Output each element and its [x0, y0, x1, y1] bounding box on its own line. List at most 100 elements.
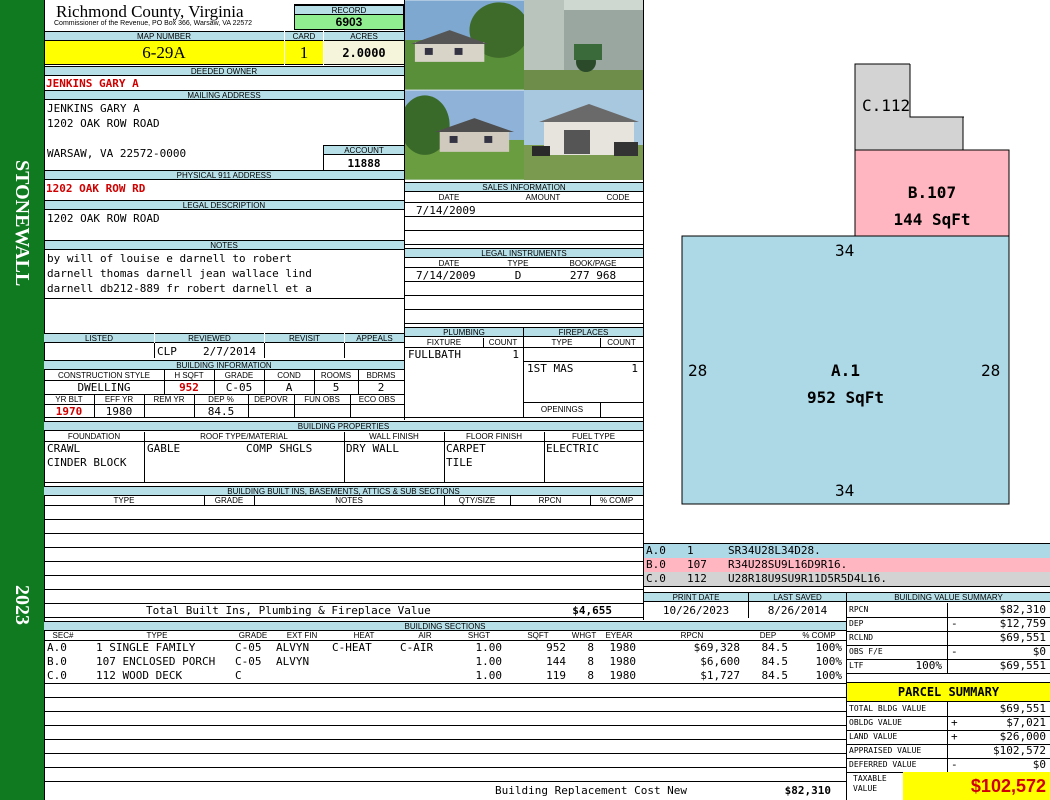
acres-label: ACRES — [324, 31, 404, 41]
section-cell: $69,328 — [693, 641, 740, 654]
parcel-summary-value: $7,021 — [1006, 716, 1046, 729]
bs-type-header: TYPE — [146, 631, 168, 640]
plumbing-count-value: 1 — [512, 348, 519, 361]
section-cell: ALVYN — [276, 641, 310, 654]
section-cell: C — [235, 669, 242, 682]
section-cell: $1,727 — [700, 669, 740, 682]
listed-label: LISTED — [44, 333, 154, 343]
county-title: Richmond County, Virginia — [56, 2, 244, 21]
bi-ecoobs-header: ECO OBS — [358, 395, 396, 404]
section-cell: 952 — [546, 641, 566, 654]
openings-label: OPENINGS — [540, 405, 584, 414]
bp-roof-type: GABLE — [147, 442, 181, 455]
reviewed-label: REVIEWED — [155, 333, 264, 343]
reviewed-by: CLP — [157, 345, 177, 358]
bi-yrblt-header: YR BLT — [55, 395, 83, 404]
mailing-line-4: WARSAW, VA 22572-0000 — [47, 147, 187, 160]
parcel-summary-value: $26,000 — [999, 730, 1046, 743]
legal-instruments-label: LEGAL INSTRUMENTS — [405, 248, 643, 258]
bi-grade-value: C-05 — [225, 381, 253, 394]
district-label: STONEWALL — [11, 160, 33, 287]
bs-eyear-header: EYEAR — [605, 631, 633, 640]
replacement-cost-label: Building Replacement Cost New — [495, 784, 688, 797]
bi-rooms-value: 5 — [332, 381, 340, 394]
mailing-line-2: 1202 OAK ROW ROAD — [47, 117, 160, 130]
sketch-dim-left: 28 — [688, 361, 708, 380]
section-cell: C.0 — [47, 669, 67, 682]
parcel-summary-label: DEFERRED VALUE — [849, 760, 917, 769]
builtins-qty-header: QTY/SIZE — [458, 496, 496, 505]
bi-cond-header: COND — [277, 371, 301, 380]
section-cell: C-HEAT — [332, 641, 372, 654]
bp-roof-material: COMP SHGLS — [246, 442, 313, 455]
notes-line-2: darnell thomas darnell jean wallace lind — [47, 267, 312, 280]
card-value: 1 — [285, 41, 323, 65]
value-summary-value: $12,759 — [999, 617, 1046, 630]
section-cell: $6,600 — [700, 655, 740, 668]
record-value: 6903 — [295, 15, 403, 29]
builtins-notes-header: NOTES — [335, 496, 363, 505]
section-cell: 100% — [815, 669, 843, 682]
sketch-label-b: B.107 — [907, 183, 957, 202]
plumbing-count-header: COUNT — [488, 338, 518, 347]
value-summary-value: $69,551 — [999, 659, 1046, 672]
replacement-cost-value: $82,310 — [784, 784, 831, 797]
fireplace-type-header: TYPE — [551, 338, 573, 347]
bs-air-header: AIR — [418, 631, 432, 640]
mailing-address-label: MAILING ADDRESS — [44, 90, 404, 100]
section-cell: B.0 — [47, 655, 67, 668]
sales-date-header: DATE — [438, 193, 460, 202]
sketch-legend-c: C.0 112 U28R18U9SU9R11D5R5D4L16. — [644, 572, 1050, 586]
notes-label: NOTES — [44, 240, 404, 250]
house-photo-carport — [524, 0, 644, 90]
section-cell: 100% — [815, 641, 843, 654]
bs-whgt-header: WHGT — [571, 631, 597, 640]
legal-description-label: LEGAL DESCRIPTION — [44, 200, 404, 210]
section-cell: 1.00 — [475, 669, 503, 682]
taxable-value-label: TAXABLE VALUE — [853, 774, 887, 793]
section-cell: 100% — [815, 655, 843, 668]
sketch-legend-a: A.0 1 SR34U28L34D28. — [644, 544, 1050, 558]
fireplace-count-header: COUNT — [607, 338, 636, 347]
parcel-summary-value: $0 — [1032, 758, 1046, 771]
builtins-type-header: TYPE — [113, 496, 135, 505]
last-saved-label: LAST SAVED — [749, 592, 846, 602]
map-number-label: MAP NUMBER — [44, 31, 284, 41]
bs-sqft-header: SQFT — [527, 631, 549, 640]
builtins-rpcn-header: RPCN — [538, 496, 562, 505]
section-cell: 1980 — [609, 669, 637, 682]
section-cell: 1980 — [609, 641, 637, 654]
record-label: RECORD — [295, 5, 403, 15]
section-cell: 8 — [587, 641, 594, 654]
building-sketch — [681, 63, 1010, 505]
bs-shgt-header: SHGT — [467, 631, 491, 640]
value-summary-label: RPCN — [849, 605, 869, 614]
value-summary-label: DEP — [849, 619, 864, 628]
bs-rpcn-header: RPCN — [680, 631, 704, 640]
building-properties-label: BUILDING PROPERTIES — [44, 421, 643, 431]
section-cell: 84.5 — [761, 669, 789, 682]
mailing-line-1: JENKINS GARY A — [47, 102, 140, 115]
sketch-area-a: 952 SqFt — [806, 388, 885, 407]
bi-rooms-header: ROOMS — [320, 371, 352, 380]
legal-description-value: 1202 OAK ROW ROAD — [47, 212, 160, 225]
section-cell: C-AIR — [400, 641, 434, 654]
card-label: CARD — [285, 31, 323, 41]
acres-value: 2.0000 — [324, 41, 404, 65]
section-cell: 1 SINGLE FAMILY — [96, 641, 196, 654]
section-cell: A.0 — [47, 641, 67, 654]
sketch-dim-right: 28 — [981, 361, 1001, 380]
bs-comp-header: % COMP — [802, 631, 836, 640]
bp-foundation-1: CRAWL — [47, 442, 81, 455]
bi-depovr-header: DEPOVR — [254, 395, 288, 404]
physical-address-label: PHYSICAL 911 ADDRESS — [44, 170, 404, 180]
plumbing-fixture-value: FULLBATH — [408, 348, 461, 361]
building-value-summary-label: BUILDING VALUE SUMMARY — [847, 592, 1050, 602]
bp-fuel-header: FUEL TYPE — [571, 432, 616, 441]
section-cell: 8 — [587, 655, 594, 668]
parcel-summary-title: PARCEL SUMMARY — [847, 682, 1050, 702]
builtins-total-label: Total Built Ins, Plumbing & Fireplace Va… — [146, 604, 431, 617]
sales-info-label: SALES INFORMATION — [405, 182, 643, 192]
notes-line-3: darnell db212-889 fr robert darnell et a — [47, 282, 312, 295]
section-cell: C-05 — [235, 641, 262, 654]
